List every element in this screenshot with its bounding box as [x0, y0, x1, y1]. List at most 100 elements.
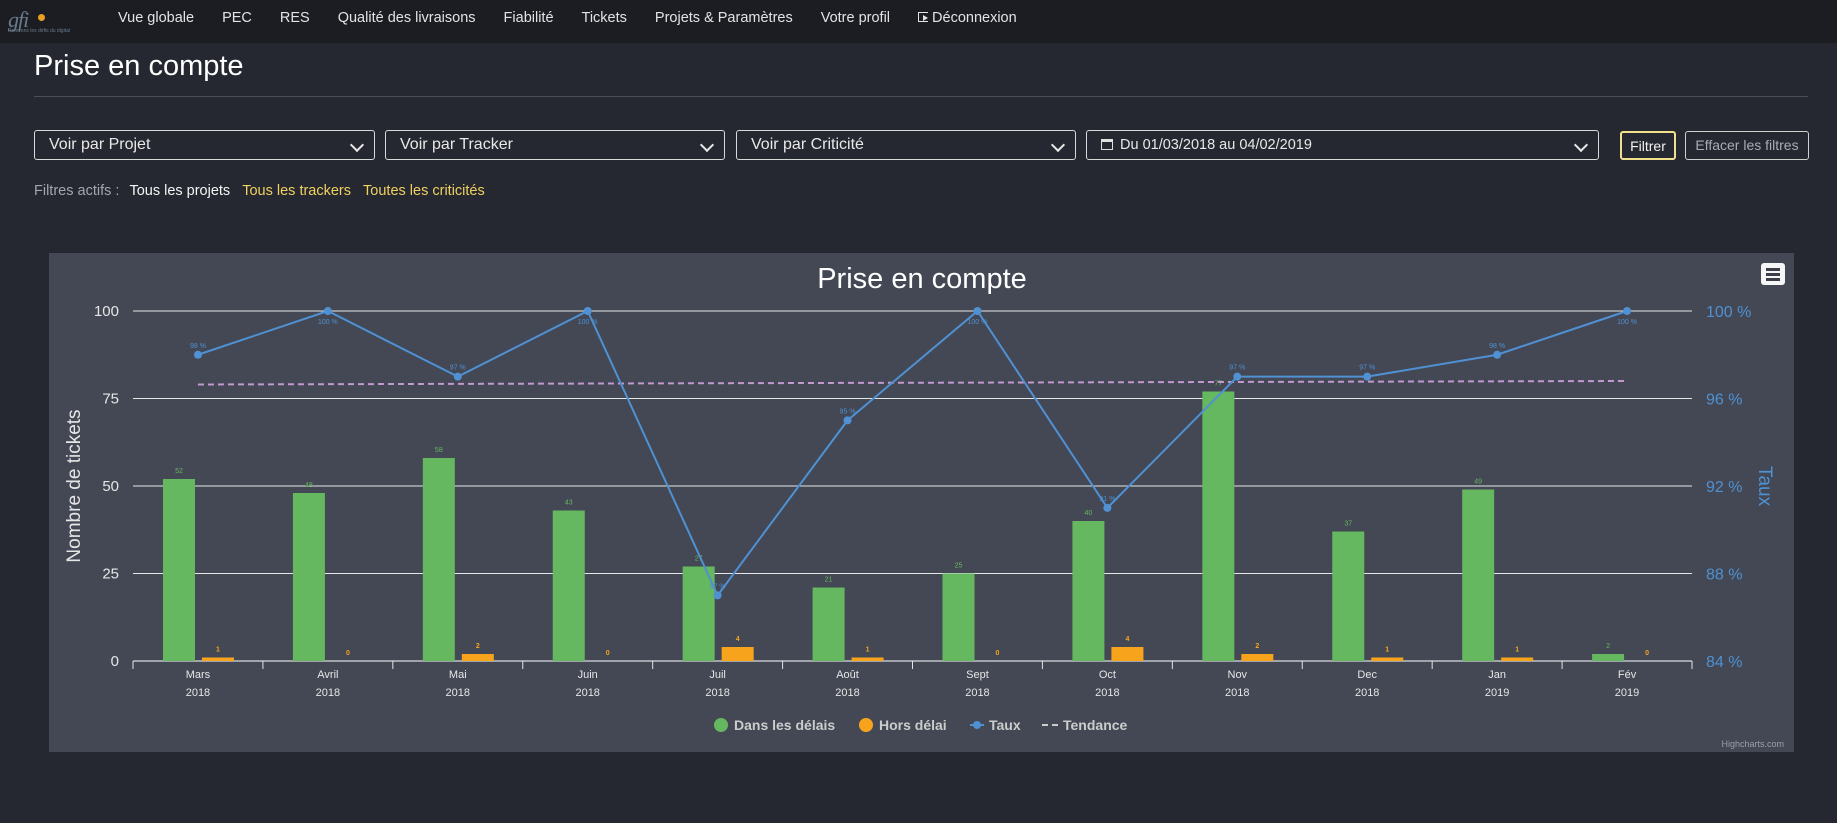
y-right-tick-label: 92 %: [1706, 479, 1742, 496]
bar-dans-les-delais: [1332, 531, 1365, 661]
chart-title: Prise en compte: [817, 263, 1027, 295]
taux-data-label: 100 %: [578, 319, 598, 326]
taux-data-label: 97 %: [1359, 365, 1375, 372]
active-filter-criticities[interactable]: Toutes les criticités: [363, 183, 485, 199]
bar-data-label: 58: [435, 447, 443, 454]
taux-data-label: 100 %: [968, 319, 988, 326]
taux-data-label: 100 %: [1617, 319, 1637, 326]
taux-data-label: 95 %: [840, 408, 856, 415]
bar-hors-delai: [202, 657, 234, 661]
taux-point: [1103, 503, 1112, 512]
bar-data-label: 48: [305, 482, 313, 489]
clear-filters-button[interactable]: Effacer les filtres: [1685, 131, 1809, 160]
x-tick-label: Oct: [1099, 669, 1116, 681]
nav-projets-parametres[interactable]: Projets & Paramètres: [655, 10, 793, 26]
date-range-select[interactable]: Du 01/03/2018 au 04/02/2019: [1086, 130, 1599, 160]
date-range-value: Du 01/03/2018 au 04/02/2019: [1120, 137, 1312, 153]
taux-point: [1623, 307, 1632, 315]
sign-out-icon: [918, 12, 929, 22]
bar-data-label: 1: [1385, 647, 1389, 654]
x-tick-label: Mars: [186, 669, 211, 681]
main-nav: Vue globale PEC RES Qualité des livraiso…: [104, 0, 1031, 36]
taux-data-label: 98 %: [1489, 343, 1505, 350]
taux-data-label: 97 %: [1229, 365, 1245, 372]
x-tick-year: 2018: [835, 687, 859, 699]
taux-point: [323, 307, 332, 315]
gfi-logo[interactable]: gfi Relevons les défis du digital: [8, 7, 90, 35]
x-tick-label: Mai: [449, 669, 467, 681]
bar-data-label: 2: [476, 643, 480, 650]
x-tick-year: 2018: [446, 687, 470, 699]
x-tick-label: Juin: [578, 669, 598, 681]
select-tracker[interactable]: Voir par Tracker: [385, 130, 725, 160]
x-tick-label: Juil: [709, 669, 726, 681]
active-filter-trackers[interactable]: Tous les trackers: [242, 183, 351, 199]
bar-dans-les-delais: [942, 573, 975, 661]
chart-menu-icon[interactable]: [1761, 263, 1785, 285]
taux-data-label: 91 %: [1099, 496, 1115, 503]
select-tracker-value: Voir par Tracker: [400, 136, 513, 153]
nav-res[interactable]: RES: [280, 10, 310, 26]
chart-container: Prise en compte 0 84 % 25 88 % 50 92 % 75 96 % 10…: [49, 253, 1794, 752]
x-tick-label: Nov: [1228, 669, 1248, 681]
bar-dans-les-delais: [1462, 489, 1495, 661]
bar-data-label: 40: [1085, 510, 1093, 517]
y-right-tick-label: 88 %: [1706, 567, 1742, 584]
bar-dans-les-delais: [1592, 654, 1625, 661]
bar-data-label: 21: [825, 577, 833, 584]
calendar-icon: [1101, 139, 1113, 150]
bar-dans-les-delais: [292, 493, 325, 661]
nav-fiabilite[interactable]: Fiabilité: [504, 10, 554, 26]
logo-tagline: Relevons les défis du digital: [8, 28, 70, 34]
select-projet-value: Voir par Projet: [49, 136, 151, 153]
bar-data-label: 1: [216, 647, 220, 654]
x-tick-label: Sept: [966, 669, 989, 681]
chevron-down-icon: [1573, 137, 1589, 153]
legend-label-tendance: Tendance: [1063, 717, 1128, 733]
active-filters: Filtres actifs : Tous les projets Tous l…: [34, 183, 485, 199]
nav-vue-globale[interactable]: Vue globale: [118, 10, 194, 26]
bar-data-label: 43: [565, 500, 573, 507]
chevron-down-icon: [699, 137, 715, 153]
bar-hors-delai: [1111, 647, 1144, 661]
taux-data-label: 98 %: [190, 343, 206, 350]
y-right-tick-label: 100 %: [1706, 304, 1751, 321]
bar-data-label: 0: [996, 650, 1000, 657]
active-filter-projects[interactable]: Tous les projets: [129, 183, 230, 199]
y-left-tick-label: 50: [102, 478, 119, 495]
x-tick-year: 2018: [1095, 687, 1119, 699]
nav-deconnexion[interactable]: Déconnexion: [918, 10, 1017, 26]
taux-data-label: 97 %: [450, 365, 466, 372]
x-tick-label: Jan: [1488, 669, 1506, 681]
taux-point: [1363, 372, 1372, 381]
x-tick-label: Fév: [1618, 669, 1637, 681]
taux-point: [973, 307, 982, 315]
chevron-down-icon: [1050, 137, 1066, 153]
chevron-down-icon: [349, 137, 365, 153]
select-criticite[interactable]: Voir par Criticité: [736, 130, 1076, 160]
nav-pec[interactable]: PEC: [222, 10, 252, 26]
x-tick-year: 2019: [1485, 687, 1509, 699]
bar-dans-les-delais: [422, 458, 455, 661]
title-divider: [34, 96, 1808, 97]
bar-data-label: 1: [866, 647, 870, 654]
x-tick-year: 2019: [1615, 687, 1639, 699]
taux-line: [197, 309, 1628, 598]
filter-button[interactable]: Filtrer: [1620, 131, 1676, 160]
legend-label-taux: Taux: [989, 717, 1021, 733]
y-right-axis-title: Taux: [1754, 466, 1775, 507]
select-projet[interactable]: Voir par Projet: [34, 130, 375, 160]
bar-data-label: 52: [175, 468, 183, 475]
nav-qualite-livraisons[interactable]: Qualité des livraisons: [338, 10, 476, 26]
y-left-tick-label: 75: [102, 391, 119, 408]
active-filters-label: Filtres actifs :: [34, 183, 120, 199]
y-right-tick-label: 84 %: [1706, 654, 1742, 671]
x-tick-label: Avril: [317, 669, 338, 681]
taux-point: [1493, 350, 1502, 359]
nav-votre-profil[interactable]: Votre profil: [821, 10, 890, 26]
chart-svg: Prise en compte0 84 %25 88 %50 92 %75 96 %10…: [64, 263, 1784, 749]
logo-dot-icon: [38, 14, 45, 21]
y-left-tick-label: 100: [94, 303, 119, 320]
nav-tickets[interactable]: Tickets: [582, 10, 627, 26]
y-left-tick-label: 0: [111, 653, 119, 670]
